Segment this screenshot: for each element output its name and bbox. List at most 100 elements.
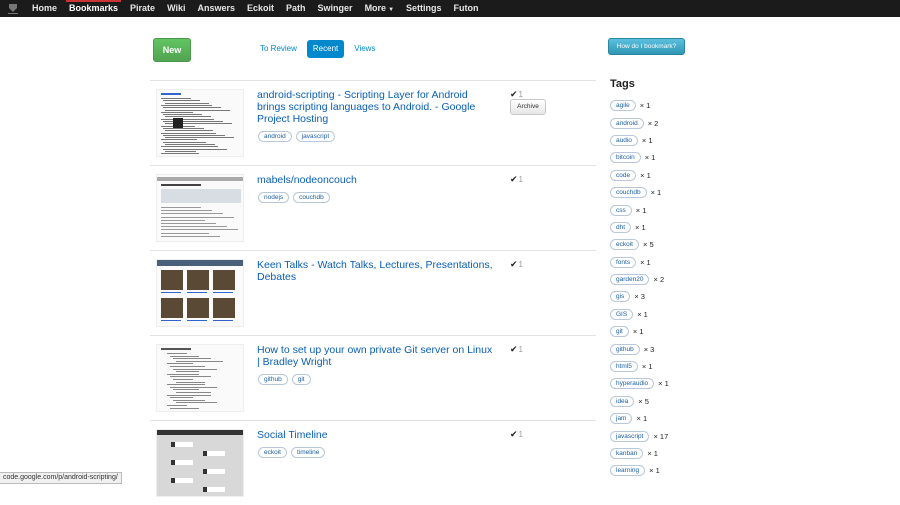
bookmark-row: android-scripting - Scripting Layer for … xyxy=(150,80,596,165)
nav-item-answers[interactable]: Answers xyxy=(191,0,241,17)
sidebar-tag-count: × 1 xyxy=(641,135,653,145)
nav-item-futon[interactable]: Futon xyxy=(448,0,485,17)
new-bookmark-button[interactable]: New xyxy=(153,38,191,62)
nav-item-home[interactable]: Home xyxy=(26,0,63,17)
bookmark-tags: nodejs couchdb xyxy=(258,192,330,203)
nav-item-swinger[interactable]: Swinger xyxy=(312,0,359,17)
sidebar-tag-row: bitcoin × 1 xyxy=(610,149,710,166)
sidebar-tag-hyperaudio[interactable]: hyperaudio xyxy=(610,378,655,390)
sidebar-tag-fonts[interactable]: fonts xyxy=(610,256,637,268)
sidebar-tag-gis[interactable]: GIS xyxy=(610,308,634,320)
bookmark-thumbnail[interactable] xyxy=(156,174,244,242)
check-icon[interactable]: ✔ xyxy=(510,259,518,269)
nav-item-label: Bookmarks xyxy=(69,3,119,13)
check-icon[interactable]: ✔ xyxy=(510,89,518,99)
sidebar-tag-eckoit[interactable]: eckoit xyxy=(610,239,639,251)
nav-item-pirate[interactable]: Pirate xyxy=(124,0,161,17)
nav-item-wiki[interactable]: Wiki xyxy=(161,0,191,17)
review-count: ✔1 xyxy=(510,259,523,270)
bookmark-thumbnail[interactable] xyxy=(156,89,244,157)
sidebar-tag-code[interactable]: code xyxy=(610,169,637,181)
sidebar-tag-count: × 1 xyxy=(649,466,660,476)
sidebar-tag-row: git × 1 xyxy=(610,323,710,340)
sidebar-tag-kanban[interactable]: kanban xyxy=(610,448,644,459)
nav-item-more[interactable]: More ▼ xyxy=(359,0,400,17)
sidebar-tag-learning[interactable]: learning xyxy=(610,465,646,477)
nav-item-settings[interactable]: Settings xyxy=(400,0,448,17)
sidebar-tag-idea[interactable]: idea xyxy=(610,395,635,407)
sidebar-tag-android[interactable]: android xyxy=(610,117,644,129)
sidebar-tag-dht[interactable]: dht xyxy=(610,221,632,233)
sidebar-tag-row: audio × 1 xyxy=(610,132,710,149)
bookmark-list: android-scripting - Scripting Layer for … xyxy=(150,80,596,505)
bookmark-title-link[interactable]: mabels/nodeoncouch xyxy=(257,174,497,186)
sidebar-tag-row: idea × 5 xyxy=(610,393,710,410)
logo-icon[interactable] xyxy=(0,0,26,17)
bookmark-title-link[interactable]: Keen Talks - Watch Talks, Lectures, Pres… xyxy=(257,259,497,283)
sidebar-tag-row: couchdb × 1 xyxy=(610,184,710,201)
sidebar-tag-count: × 3 xyxy=(643,344,655,354)
review-count-value: 1 xyxy=(518,430,523,439)
sidebar-tag-jam[interactable]: jam xyxy=(610,413,633,425)
tag-pill-timeline[interactable]: timeline xyxy=(290,447,326,458)
bookmark-tags: android javascript xyxy=(258,131,336,142)
sidebar-tag-count: × 17 xyxy=(653,431,669,441)
main-nav: Home Bookmarks Pirate Wiki Answers Eckoit Path… xyxy=(26,0,485,17)
check-icon[interactable]: ✔ xyxy=(510,174,518,184)
sidebar-tag-garden20[interactable]: garden20 xyxy=(610,274,650,286)
nav-item-label: Path xyxy=(286,3,306,13)
check-icon[interactable]: ✔ xyxy=(510,429,518,439)
sidebar-tag-count: × 5 xyxy=(642,240,654,250)
review-count-value: 1 xyxy=(518,345,523,354)
sidebar-tag-javascript[interactable]: javascript xyxy=(610,430,650,442)
sidebar-tag-bitcoin[interactable]: bitcoin xyxy=(610,152,641,164)
tab-views[interactable]: Views xyxy=(348,40,381,58)
nav-item-label: Swinger xyxy=(317,3,353,13)
sidebar-tag-count: × 1 xyxy=(637,309,648,319)
sidebar-tag-git[interactable]: git xyxy=(610,326,629,338)
tag-pill-android[interactable]: android xyxy=(258,131,292,142)
sidebar-tag-count: × 1 xyxy=(658,379,669,389)
bookmark-thumbnail[interactable] xyxy=(156,429,244,497)
sidebar-tag-audio[interactable]: audio xyxy=(610,134,638,146)
tag-pill-nodejs[interactable]: nodejs xyxy=(258,192,290,203)
tag-pill-eckoit[interactable]: eckoit xyxy=(258,447,287,458)
bookmark-title-link[interactable]: Social Timeline xyxy=(257,429,497,441)
tab-to-review[interactable]: To Review xyxy=(254,40,303,58)
sidebar-tag-agile[interactable]: agile xyxy=(610,100,636,112)
tab-recent[interactable]: Recent xyxy=(306,40,345,58)
how-to-bookmark-button[interactable]: How do I bookmark? xyxy=(608,38,685,55)
nav-item-eckoit[interactable]: Eckoit xyxy=(241,0,280,17)
sidebar-tag-github[interactable]: github xyxy=(610,343,640,355)
sidebar-tag-row: kanban × 1 xyxy=(610,445,710,462)
sidebar-tag-row: hyperaudio × 1 xyxy=(610,375,710,392)
check-icon[interactable]: ✔ xyxy=(510,344,518,354)
tag-pill-git[interactable]: git xyxy=(291,374,311,385)
sidebar-tag-css[interactable]: css xyxy=(610,204,632,216)
bookmark-thumbnail[interactable] xyxy=(156,259,244,327)
sidebar-tag-row: agile × 1 xyxy=(610,97,710,114)
sidebar-tag-count: × 1 xyxy=(636,414,648,424)
tag-pill-javascript[interactable]: javascript xyxy=(295,131,336,142)
bookmark-title-link[interactable]: How to set up your own private Git serve… xyxy=(257,344,497,368)
review-count-value: 1 xyxy=(518,260,523,269)
bookmark-thumbnail[interactable] xyxy=(156,344,244,412)
sidebar-tag-count: × 5 xyxy=(638,396,649,406)
tag-pill-github[interactable]: github xyxy=(258,374,288,385)
status-bar-url: code.google.com/p/android-scripting/ xyxy=(0,472,122,484)
view-tabs: To Review Recent Views xyxy=(254,40,381,58)
review-count-value: 1 xyxy=(518,90,523,99)
sidebar-tag-count: × 1 xyxy=(640,170,651,180)
sidebar-tag-html5[interactable]: html5 xyxy=(610,361,638,373)
sidebar-tag-count: × 1 xyxy=(640,257,651,267)
sidebar-tag-gis[interactable]: gis xyxy=(610,291,631,303)
nav-item-path[interactable]: Path xyxy=(280,0,312,17)
sidebar-tag-count: × 1 xyxy=(635,205,647,215)
tag-pill-couchdb[interactable]: couchdb xyxy=(293,192,330,203)
sidebar-tag-couchdb[interactable]: couchdb xyxy=(610,187,647,199)
nav-item-label: More xyxy=(364,3,387,13)
bookmark-title-link[interactable]: android-scripting - Scripting Layer for … xyxy=(257,89,497,125)
bookmark-tags: github git xyxy=(258,374,311,385)
nav-item-bookmarks[interactable]: Bookmarks xyxy=(63,0,124,17)
archive-button[interactable]: Archive xyxy=(510,99,546,115)
